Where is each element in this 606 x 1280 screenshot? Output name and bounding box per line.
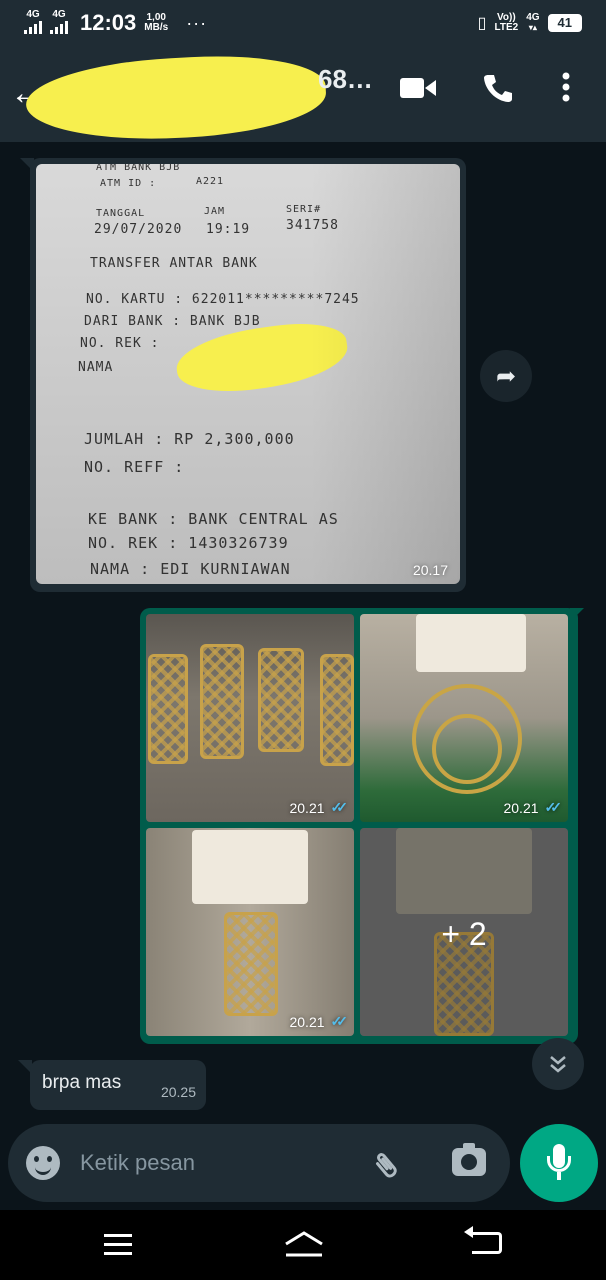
camera-icon[interactable] xyxy=(452,1143,486,1176)
more-vert-icon[interactable] xyxy=(562,72,570,102)
tile-meta: 20.21 ✓✓ xyxy=(289,1013,349,1030)
mic-icon-arc xyxy=(547,1156,571,1172)
receipt-atm-id-label: ATM ID : xyxy=(100,178,157,189)
data-speed: 1,00 MB/s xyxy=(144,12,169,33)
clock: 12:03 xyxy=(80,10,137,35)
receipt-to-bank: KE BANK : BANK CENTRAL AS xyxy=(88,510,339,528)
image-tile[interactable]: 20.21 ✓✓ xyxy=(360,614,568,822)
receipt-account-no: NO. REK : xyxy=(80,336,160,351)
network-indicator-2: 4G xyxy=(50,9,68,37)
message-input[interactable] xyxy=(80,1144,360,1182)
network-indicator-3: 4G ▾▴ xyxy=(526,12,540,33)
back-nav-icon[interactable] xyxy=(464,1226,502,1254)
receipt-title: TRANSFER ANTAR BANK xyxy=(90,256,258,271)
read-receipt-icon: ✓✓ xyxy=(330,799,349,815)
receipt-name: NAMA xyxy=(78,360,114,375)
receipt-dest-account: NO. REK : 1430326739 xyxy=(88,534,289,552)
receipt-amount: JUMLAH : RP 2,300,000 xyxy=(84,430,295,448)
image-tile[interactable]: 20.21 ✓✓ xyxy=(146,614,354,822)
read-receipt-icon: ✓✓ xyxy=(330,1013,349,1029)
message-text: brpa mas xyxy=(42,1072,122,1093)
attach-icon[interactable] xyxy=(368,1139,418,1190)
lamp-photo-shape xyxy=(148,654,188,764)
message-time: 20.17 xyxy=(412,562,448,578)
phone-icon[interactable] xyxy=(482,72,514,112)
lamp-ring-shape xyxy=(432,714,502,784)
composer xyxy=(0,1122,606,1210)
signal-icon xyxy=(50,20,68,34)
incoming-text-message[interactable]: brpa mas 20.25 xyxy=(30,1060,206,1110)
battery-indicator: 41 xyxy=(547,14,582,32)
home-icon[interactable] xyxy=(284,1230,324,1258)
receipt-ref-no: NO. REFF : xyxy=(84,458,185,476)
composer-pill xyxy=(8,1124,510,1202)
lamp-photo-shape xyxy=(224,912,278,1016)
scroll-to-bottom-button[interactable] xyxy=(532,1038,584,1090)
lamp-photo-shape xyxy=(258,648,304,752)
vibrate-icon: ▯ xyxy=(477,15,487,32)
incoming-image-message[interactable]: ATM BANK BJB ATM ID : A221 TANGGAL JAM S… xyxy=(30,158,466,592)
forward-icon[interactable]: ➦ xyxy=(480,350,532,402)
tile-meta: 20.21 ✓✓ xyxy=(289,799,349,816)
volte-indicator: Vo)) LTE2 xyxy=(494,12,519,33)
mic-icon-stem xyxy=(557,1172,561,1180)
system-nav-bar xyxy=(0,1210,606,1280)
lamp-photo-shape xyxy=(200,644,244,759)
message-time: 20.21 xyxy=(503,799,539,816)
receipt-atm-id: A221 xyxy=(196,176,225,187)
message-time: 20.21 xyxy=(289,1013,325,1030)
contact-name[interactable]: 68… xyxy=(318,64,373,95)
receipt-time: 19:19 xyxy=(206,222,251,237)
receipt-header: ATM BANK BJB xyxy=(96,164,181,173)
image-tile[interactable]: 20.21 ✓✓ xyxy=(146,828,354,1036)
message-time: 20.25 xyxy=(160,1084,196,1100)
receipt-image[interactable]: ATM BANK BJB ATM ID : A221 TANGGAL JAM S… xyxy=(36,164,460,584)
receipt-time-label: JAM xyxy=(204,206,226,217)
lamp-photo-shape xyxy=(320,654,354,766)
network-indicator-1: 4G xyxy=(24,9,42,37)
more-images-count: + 2 xyxy=(441,916,487,952)
lamp-shade-shape xyxy=(416,614,526,672)
read-receipt-icon: ✓✓ xyxy=(544,799,563,815)
redaction-mark xyxy=(24,50,328,146)
video-call-icon[interactable] xyxy=(400,76,436,105)
receipt-date-label: TANGGAL xyxy=(96,208,146,219)
chat-area[interactable]: ATM BANK BJB ATM ID : A221 TANGGAL JAM S… xyxy=(0,142,606,1122)
receipt-dest-name: NAMA : EDI KURNIAWAN xyxy=(90,560,291,578)
tile-meta: 20.21 ✓✓ xyxy=(503,799,563,816)
more-notifications-icon: ··· xyxy=(186,12,208,33)
mic-button[interactable] xyxy=(520,1124,598,1202)
outgoing-image-group[interactable]: 20.21 ✓✓ 20.21 ✓✓ 20.21 ✓✓ + 2 xyxy=(140,608,578,1044)
status-bar: 4G 4G 12:03 1,00 MB/s ··· ▯ Vo)) LTE2 4G… xyxy=(0,0,606,46)
lamp-shade-shape xyxy=(192,830,308,904)
signal-icon xyxy=(24,20,42,34)
chat-header: ← 68… xyxy=(0,46,606,146)
photo-shadow xyxy=(310,164,460,584)
image-tile-more[interactable]: + 2 xyxy=(360,828,568,1036)
emoji-icon[interactable] xyxy=(26,1146,60,1180)
receipt-date: 29/07/2020 xyxy=(94,222,183,237)
recent-apps-icon[interactable] xyxy=(104,1234,132,1261)
message-time: 20.21 xyxy=(289,799,325,816)
receipt-from-bank: DARI BANK : BANK BJB xyxy=(84,314,261,329)
